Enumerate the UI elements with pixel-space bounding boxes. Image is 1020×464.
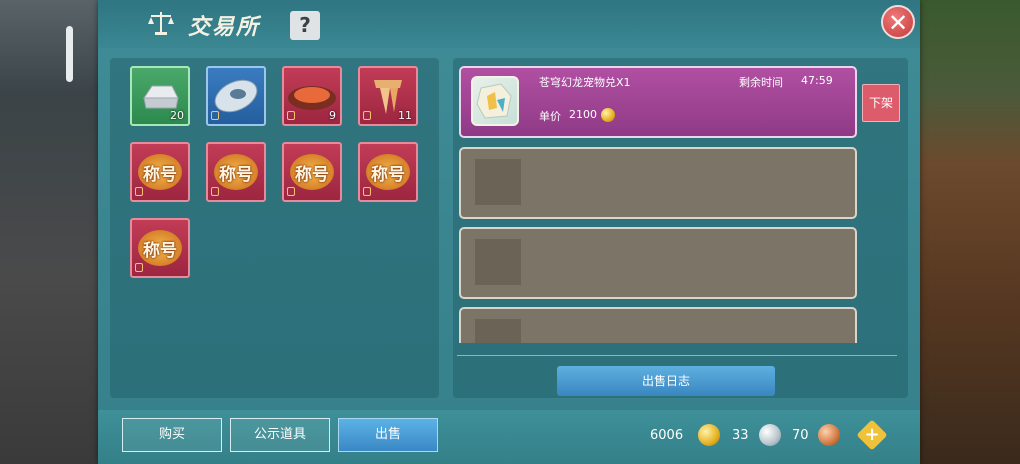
title-bar: 交易所 ? ✕	[98, 0, 920, 48]
inventory-slot-meat[interactable]: 9	[282, 66, 342, 126]
side-handle[interactable]	[66, 26, 73, 82]
gold-amount: 6006	[650, 428, 684, 443]
listing-row-empty[interactable]	[459, 147, 857, 219]
unit-price-value: 2100	[569, 108, 615, 122]
plus-icon: +	[864, 424, 880, 445]
lock-icon	[363, 111, 371, 120]
lock-icon	[211, 187, 219, 196]
bronze-amount: 70	[792, 428, 809, 443]
game-world-right	[915, 0, 1020, 464]
title-emblem-icon: 称号	[290, 154, 334, 190]
remaining-time-label: 剩余时间	[739, 76, 783, 89]
title-emblem-icon: 称号	[138, 154, 182, 190]
inventory-slot-title[interactable]: 称号	[130, 142, 190, 202]
inventory-panel: 20 9 11 称号 称号 称号 称号 称号	[110, 58, 439, 398]
remaining-time-value: 47:59	[801, 74, 833, 87]
listings-panel: 苍穹幻龙宠物兑X1 剩余时间 47:59 单价 2100 下架 出售日志	[453, 58, 908, 398]
silver-amount: 33	[732, 428, 749, 443]
empty-item-slot	[475, 319, 521, 343]
empty-item-slot	[475, 239, 521, 285]
delist-button[interactable]: 下架	[862, 84, 900, 122]
silver-coin-icon	[759, 424, 781, 446]
divider	[457, 355, 897, 356]
page-title: 交易所	[188, 15, 261, 40]
inventory-slot-title[interactable]: 称号	[282, 142, 342, 202]
title-emblem-icon: 称号	[214, 154, 258, 190]
inventory-slot-title[interactable]: 称号	[130, 218, 190, 278]
lock-icon	[287, 187, 295, 196]
lock-icon	[211, 111, 219, 120]
lock-icon	[135, 263, 143, 272]
game-world-left	[0, 0, 100, 464]
item-count: 9	[329, 109, 336, 122]
add-currency-button[interactable]: +	[856, 419, 888, 451]
exchange-panel: 交易所 ? ✕ 20 9 11 称号 称号 称号 称号 称号 苍穹幻龙宠物兑X1…	[98, 0, 920, 464]
inventory-slot-silver-ingot[interactable]: 20	[130, 66, 190, 126]
scales-icon	[148, 12, 174, 35]
listing-row-empty[interactable]	[459, 227, 857, 299]
dragon-pet-item-icon	[471, 76, 519, 126]
gold-coin-icon	[698, 424, 720, 446]
inventory-slot-title[interactable]: 称号	[358, 142, 418, 202]
item-count: 11	[398, 109, 412, 122]
listing-row-empty[interactable]	[459, 307, 857, 343]
listing-row[interactable]: 苍穹幻龙宠物兑X1 剩余时间 47:59 单价 2100	[459, 66, 857, 138]
inventory-slot-scroll[interactable]: 11	[358, 66, 418, 126]
inventory-slot-title[interactable]: 称号	[206, 142, 266, 202]
gold-coin-icon	[600, 108, 615, 122]
title-emblem-icon: 称号	[366, 154, 410, 190]
empty-item-slot	[475, 159, 521, 205]
tab-buy[interactable]: 购买	[122, 418, 222, 452]
item-count: 20	[170, 109, 184, 122]
lock-icon	[287, 111, 295, 120]
tab-sell[interactable]: 出售	[338, 418, 438, 452]
sale-log-button[interactable]: 出售日志	[557, 366, 775, 396]
inventory-slot-stone[interactable]	[206, 66, 266, 126]
unit-price-label: 单价	[539, 110, 561, 123]
bottom-bar: 购买 公示道具 出售 6006 33 70 +	[98, 410, 920, 464]
close-button[interactable]: ✕	[881, 5, 915, 39]
title-emblem-icon: 称号	[138, 230, 182, 266]
lock-icon	[135, 187, 143, 196]
lock-icon	[363, 187, 371, 196]
bronze-coin-icon	[818, 424, 840, 446]
item-name: 苍穹幻龙宠物兑X1	[539, 76, 631, 89]
tab-public-items[interactable]: 公示道具	[230, 418, 330, 452]
help-button[interactable]: ?	[290, 11, 320, 40]
